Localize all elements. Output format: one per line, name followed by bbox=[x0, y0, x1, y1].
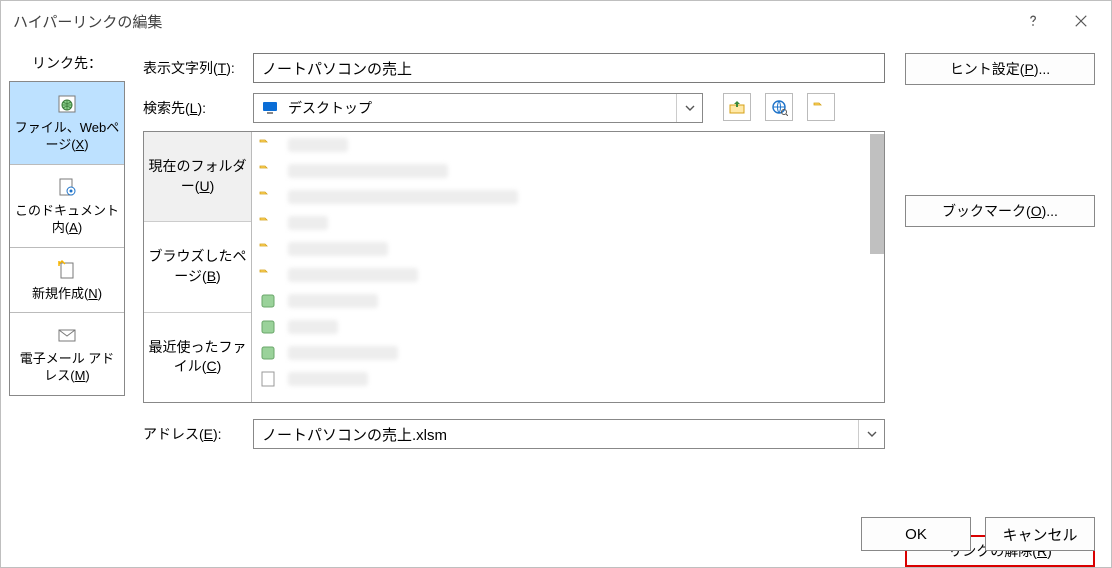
app-icon bbox=[258, 293, 278, 309]
address-combo[interactable] bbox=[253, 419, 885, 449]
list-item[interactable] bbox=[252, 236, 884, 262]
address-label: アドレス(E): bbox=[143, 424, 253, 444]
titlebar: ハイパーリンクの編集 bbox=[1, 1, 1111, 41]
sidebar-item-email[interactable]: 電子メール アドレス(M) bbox=[10, 313, 124, 395]
browse-web-button[interactable] bbox=[765, 93, 793, 121]
lookin-row: 検索先(L): デスクトップ bbox=[143, 93, 885, 123]
dialog-title: ハイパーリンクの編集 bbox=[13, 11, 1009, 32]
list-item-label bbox=[288, 372, 368, 386]
app-icon bbox=[258, 319, 278, 335]
sidebar-item-this-doc[interactable]: このドキュメント内(A) bbox=[10, 165, 124, 248]
folder-icon bbox=[258, 215, 278, 231]
scrollbar-thumb[interactable] bbox=[870, 134, 884, 254]
folder-icon bbox=[258, 137, 278, 153]
file-icon bbox=[258, 371, 278, 387]
lookin-combo[interactable]: デスクトップ bbox=[253, 93, 703, 123]
help-icon[interactable] bbox=[1009, 1, 1057, 41]
close-icon[interactable] bbox=[1057, 1, 1105, 41]
folder-icon bbox=[258, 267, 278, 283]
cancel-button[interactable]: キャンセル bbox=[985, 517, 1095, 551]
envelope-icon bbox=[55, 323, 79, 347]
browse-area: 現在のフォルダー(U) ブラウズしたページ(B) 最近使ったファイル(C) bbox=[143, 131, 885, 403]
list-item[interactable] bbox=[252, 366, 884, 392]
sidebar-item-label: 電子メール アドレス(M) bbox=[14, 351, 120, 385]
ok-button[interactable]: OK bbox=[861, 517, 971, 551]
chevron-down-icon[interactable] bbox=[858, 420, 884, 448]
list-item[interactable] bbox=[252, 340, 884, 366]
sidebar-item-new-doc[interactable]: 新規作成(N) bbox=[10, 248, 124, 314]
app-icon bbox=[258, 345, 278, 361]
sidebar-item-label: ファイル、Webページ(X) bbox=[14, 120, 120, 154]
lookin-toolbuttons bbox=[723, 93, 835, 123]
list-item-label bbox=[288, 138, 348, 152]
list-item-label bbox=[288, 164, 448, 178]
list-item[interactable] bbox=[252, 314, 884, 340]
folder-icon bbox=[258, 189, 278, 205]
list-item[interactable] bbox=[252, 132, 884, 158]
sidebar-panel: ファイル、Webページ(X) このドキュメント内(A) 新規作成(N) bbox=[9, 81, 125, 396]
browse-tabs: 現在のフォルダー(U) ブラウズしたページ(B) 最近使ったファイル(C) bbox=[144, 132, 252, 402]
display-text-label: 表示文字列(T): bbox=[143, 58, 253, 78]
display-text-input[interactable] bbox=[253, 53, 885, 83]
display-text-row: 表示文字列(T): bbox=[143, 53, 885, 83]
dialog-body: リンク先： ファイル、Webページ(X) このドキュメント内(A) bbox=[1, 41, 1111, 567]
doc-target-icon bbox=[55, 175, 79, 199]
list-item-label bbox=[288, 346, 398, 360]
sidebar-item-label: このドキュメント内(A) bbox=[14, 203, 120, 237]
lookin-label: 検索先(L): bbox=[143, 93, 253, 123]
up-folder-button[interactable] bbox=[723, 93, 751, 121]
desktop-monitor-icon bbox=[258, 96, 282, 120]
list-item-label bbox=[288, 190, 518, 204]
browse-folder-button[interactable] bbox=[807, 93, 835, 121]
sidebar-item-file-web[interactable]: ファイル、Webページ(X) bbox=[10, 82, 124, 165]
list-item-label bbox=[288, 242, 388, 256]
list-item-label bbox=[288, 294, 378, 308]
browse-tab-recent-files[interactable]: 最近使ったファイル(C) bbox=[144, 313, 251, 402]
folder-icon bbox=[258, 163, 278, 179]
address-input[interactable] bbox=[254, 420, 858, 448]
hyperlink-dialog: ハイパーリンクの編集 リンク先： ファイル、Webページ(X) bbox=[0, 0, 1112, 568]
bookmark-button[interactable]: ブックマーク(O)... bbox=[905, 195, 1095, 227]
list-item[interactable] bbox=[252, 184, 884, 210]
screentip-button[interactable]: ヒント設定(P)... bbox=[905, 53, 1095, 85]
sidebar: リンク先： ファイル、Webページ(X) このドキュメント内(A) bbox=[1, 41, 131, 567]
address-row: アドレス(E): bbox=[143, 419, 885, 449]
list-item-label bbox=[288, 268, 418, 282]
lookin-value: デスクトップ bbox=[282, 98, 676, 118]
sidebar-item-label: 新規作成(N) bbox=[32, 286, 102, 303]
file-list[interactable] bbox=[252, 132, 884, 402]
footer: OK キャンセル bbox=[861, 517, 1095, 551]
browse-tab-browsed-pages[interactable]: ブラウズしたページ(B) bbox=[144, 222, 251, 312]
list-item-label bbox=[288, 216, 328, 230]
list-item[interactable] bbox=[252, 158, 884, 184]
right-column: ヒント設定(P)... ブックマーク(O)... リンクの解除(R) bbox=[897, 41, 1111, 567]
chevron-down-icon[interactable] bbox=[676, 94, 702, 122]
new-doc-icon bbox=[55, 258, 79, 282]
content-area: 表示文字列(T): 検索先(L): デスクトップ bbox=[131, 41, 897, 567]
list-item[interactable] bbox=[252, 210, 884, 236]
list-item[interactable] bbox=[252, 262, 884, 288]
list-item[interactable] bbox=[252, 288, 884, 314]
sidebar-title: リンク先： bbox=[9, 53, 125, 73]
browse-tab-current-folder[interactable]: 現在のフォルダー(U) bbox=[144, 132, 251, 222]
globe-page-icon bbox=[55, 92, 79, 116]
list-item-label bbox=[288, 320, 338, 334]
folder-icon bbox=[258, 241, 278, 257]
